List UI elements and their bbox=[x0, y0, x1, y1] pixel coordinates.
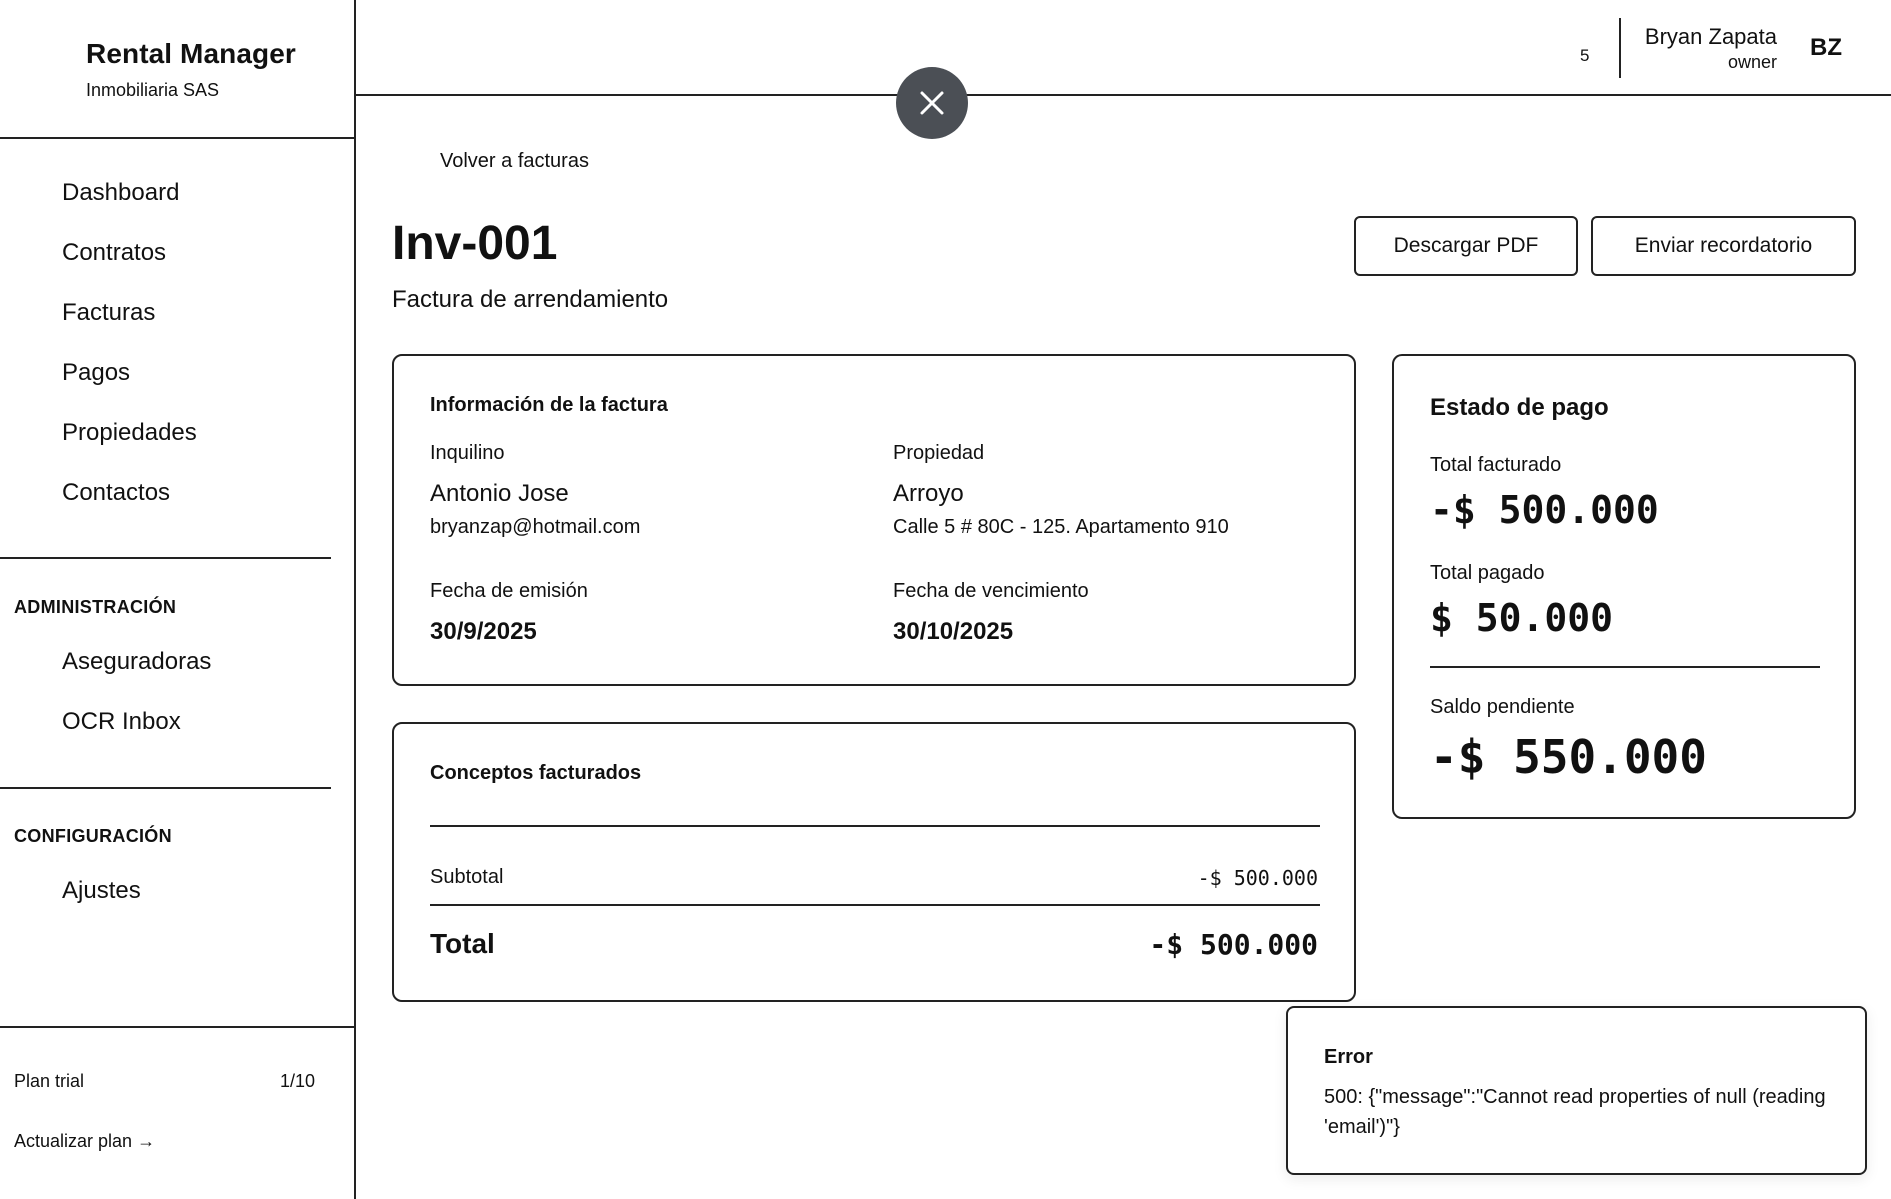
issue-date: 30/9/2025 bbox=[430, 618, 537, 645]
user-role: owner bbox=[1727, 52, 1777, 72]
divider bbox=[1430, 666, 1820, 668]
error-toast[interactable]: Error 500: {"message":"Cannot read prope… bbox=[1286, 1006, 1867, 1175]
total-label: Total bbox=[430, 928, 495, 959]
sidebar-divider bbox=[0, 557, 331, 559]
section-heading-admin: ADMINISTRACIÓN bbox=[14, 597, 177, 617]
sidebar: Rental Manager Inmobiliaria SAS Dashboar… bbox=[0, 0, 356, 1199]
close-button[interactable] bbox=[896, 67, 968, 139]
sidebar-item-facturas[interactable]: Facturas bbox=[62, 299, 155, 327]
payment-status-card: Estado de pago Total facturado -$ 500.00… bbox=[1392, 354, 1856, 819]
sidebar-item-ajustes[interactable]: Ajustes bbox=[62, 877, 141, 905]
page-subtitle: Factura de arrendamiento bbox=[392, 286, 669, 313]
billed-total-label: Total facturado bbox=[1430, 454, 1562, 476]
sidebar-divider bbox=[0, 1026, 356, 1028]
due-date-label: Fecha de vencimiento bbox=[893, 580, 1089, 602]
section-heading-config: CONFIGURACIÓN bbox=[14, 826, 172, 846]
page-title: Inv-001 bbox=[392, 217, 558, 270]
pending-balance-label: Saldo pendiente bbox=[1430, 696, 1575, 718]
subtotal-label: Subtotal bbox=[430, 866, 504, 888]
sidebar-item-propiedades[interactable]: Propiedades bbox=[62, 419, 197, 447]
due-date: 30/10/2025 bbox=[893, 618, 1014, 645]
download-pdf-button[interactable]: Descargar PDF bbox=[1354, 216, 1578, 276]
plan-usage-count: 1/10 bbox=[280, 1071, 316, 1091]
sidebar-item-pagos[interactable]: Pagos bbox=[62, 359, 130, 387]
billed-concepts-card: Conceptos facturados Subtotal -$ 500.000… bbox=[392, 722, 1356, 1002]
sidebar-item-dashboard[interactable]: Dashboard bbox=[62, 179, 179, 207]
tenant-name: Antonio Jose bbox=[430, 480, 569, 507]
send-reminder-button[interactable]: Enviar recordatorio bbox=[1591, 216, 1856, 276]
header-separator bbox=[1619, 18, 1621, 78]
tenant-label: Inquilino bbox=[430, 442, 505, 464]
property-address: Calle 5 # 80C - 125. Apartamento 910 bbox=[893, 516, 1229, 538]
brand-subtitle: Inmobiliaria SAS bbox=[86, 80, 220, 100]
brand: Rental Manager Inmobiliaria SAS bbox=[86, 38, 296, 101]
total-value: -$ 500.000 bbox=[1149, 928, 1318, 961]
sidebar-item-aseguradoras[interactable]: Aseguradoras bbox=[62, 648, 211, 676]
notification-count[interactable]: 5 bbox=[1580, 46, 1589, 66]
user-name: Bryan Zapata bbox=[1644, 24, 1777, 49]
sidebar-item-contratos[interactable]: Contratos bbox=[62, 239, 166, 267]
upgrade-plan-link[interactable]: Actualizar plan → bbox=[14, 1131, 155, 1152]
error-message: 500: {"message":"Cannot read properties … bbox=[1324, 1086, 1826, 1138]
property-name: Arroyo bbox=[893, 480, 964, 507]
back-to-invoices-link[interactable]: Volver a facturas bbox=[440, 150, 589, 173]
issue-date-label: Fecha de emisión bbox=[430, 580, 588, 602]
sidebar-item-ocr-inbox[interactable]: OCR Inbox bbox=[62, 708, 181, 736]
subtotal-value: -$ 500.000 bbox=[1197, 866, 1318, 890]
sidebar-item-contactos[interactable]: Contactos bbox=[62, 479, 170, 507]
paid-total-label: Total pagado bbox=[1430, 562, 1545, 584]
billed-total-value: -$ 500.000 bbox=[1430, 488, 1659, 532]
invoice-info-card: Información de la factura Inquilino Anto… bbox=[392, 354, 1356, 686]
brand-title: Rental Manager bbox=[86, 38, 296, 69]
sidebar-divider bbox=[0, 787, 331, 789]
divider bbox=[430, 825, 1320, 827]
tenant-email: bryanzap@hotmail.com bbox=[430, 516, 641, 538]
paid-total-value: $ 50.000 bbox=[1430, 596, 1614, 640]
pending-balance-value: -$ 550.000 bbox=[1430, 730, 1707, 784]
card-title: Estado de pago bbox=[1430, 394, 1609, 421]
avatar[interactable]: BZ bbox=[1810, 34, 1842, 62]
error-title: Error bbox=[1324, 1046, 1373, 1068]
close-icon bbox=[919, 90, 945, 116]
plan-label: Plan trial bbox=[14, 1071, 85, 1091]
property-label: Propiedad bbox=[893, 442, 985, 464]
divider bbox=[430, 904, 1320, 906]
card-title: Información de la factura bbox=[430, 394, 668, 416]
card-title: Conceptos facturados bbox=[430, 762, 642, 784]
sidebar-divider bbox=[0, 137, 356, 139]
